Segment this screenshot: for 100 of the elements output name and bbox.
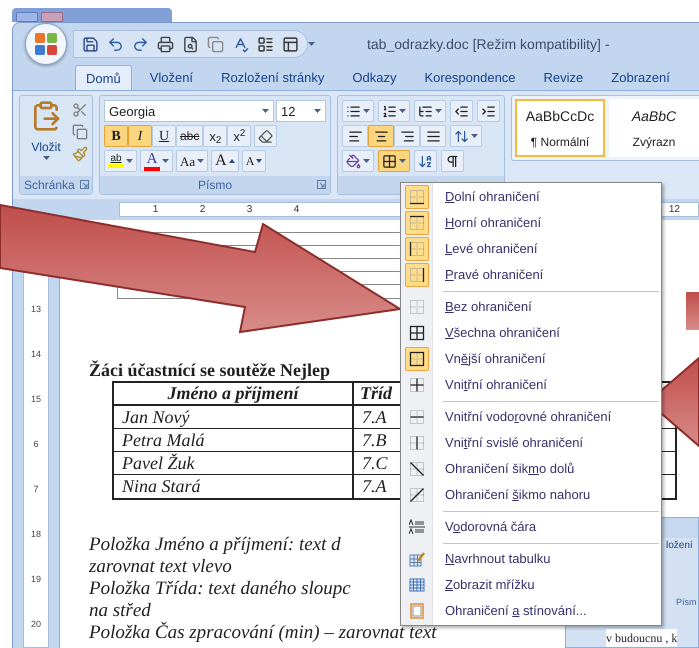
printer-icon[interactable]	[157, 36, 174, 53]
office-button[interactable]	[25, 23, 67, 66]
list-icon[interactable]	[257, 36, 274, 53]
ruler-number: 6	[33, 438, 38, 451]
customize-caret-icon	[308, 42, 315, 46]
shading-button[interactable]	[342, 150, 374, 172]
ribbon-tab[interactable]: Korespondence	[414, 65, 526, 90]
table-cell: 7.B	[362, 430, 386, 450]
menu-item[interactable]: Levé ohraničení	[401, 236, 661, 262]
font-color-button[interactable]: A	[140, 150, 173, 172]
menu-item[interactable]: Vodorovná čára	[401, 514, 661, 540]
borders-button[interactable]	[378, 150, 410, 172]
menu-item[interactable]: Vnitřní ohraničení	[401, 372, 661, 398]
ruler-number: 18	[30, 528, 41, 541]
caret-icon	[363, 109, 370, 114]
tree-list-icon	[418, 104, 433, 119]
change-case-button[interactable]: Aa	[176, 150, 208, 172]
menu-item[interactable]: Všechna ohraničení	[401, 320, 661, 346]
ribbon-tab[interactable]: Odkazy	[342, 65, 406, 90]
underline-button[interactable]: U	[152, 125, 176, 148]
align-icon	[400, 128, 414, 144]
line-spacing-icon	[454, 128, 469, 144]
redo-icon[interactable]	[132, 36, 149, 53]
menu-item[interactable]: Zobrazit mřížku	[401, 572, 661, 598]
text-line: zarovnat text vlevo	[89, 556, 232, 578]
menu-item[interactable]: Vnitřní vodorovné ohraničení	[401, 404, 661, 430]
undo-icon[interactable]	[107, 36, 124, 53]
ribbon-tab[interactable]: Zobrazení	[601, 65, 680, 90]
paint-bucket-icon	[346, 154, 361, 169]
logo-icon	[34, 32, 58, 56]
menu-item[interactable]: Vnější ohraničení	[401, 346, 661, 372]
bullet-list-icon	[346, 104, 361, 119]
ribbon-tab[interactable]: Revize	[534, 65, 594, 90]
menu-item[interactable]: Horní ohraničení	[401, 210, 661, 236]
align-button[interactable]	[342, 125, 368, 148]
italic-button[interactable]: I	[128, 125, 152, 148]
increase-indent-button[interactable]	[477, 100, 500, 122]
align-icon	[348, 128, 362, 144]
highlight-button[interactable]: ab	[104, 150, 137, 172]
strikethrough-button[interactable]: abc	[176, 125, 204, 148]
numbering-button[interactable]	[378, 100, 410, 122]
font-name-field[interactable]: Georgia	[104, 100, 274, 122]
clear-formatting-button[interactable]	[254, 125, 278, 148]
ruler-number: 20	[30, 618, 41, 631]
grow-font-button[interactable]: A	[211, 150, 239, 172]
menu-item[interactable]: Ohraničení šikmo nahoru	[401, 482, 661, 508]
ribbon-tab[interactable]: Vložení	[140, 65, 204, 90]
caret-icon	[162, 159, 169, 164]
copy-icon[interactable]	[207, 36, 224, 53]
table-cell: 7.A	[362, 476, 386, 496]
window-title: tab_odrazky.doc [Režim kompatibility] -	[367, 34, 610, 54]
table-cell: Pavel Žuk	[114, 452, 354, 474]
column-header: Jméno a příjmení	[114, 382, 354, 404]
menu-item[interactable]: Bez ohraničení	[401, 294, 661, 320]
caret-icon	[471, 134, 478, 138]
align-icon	[374, 128, 388, 144]
arrow-drawing	[686, 292, 699, 330]
outdent-icon	[454, 104, 469, 119]
dialog-launcher-icon[interactable]	[80, 180, 89, 189]
bold-button[interactable]: B	[104, 125, 128, 148]
bullets-button[interactable]	[342, 100, 374, 122]
ribbon-tab[interactable]: Rozložení stránky	[211, 65, 334, 90]
show-marks-button[interactable]	[441, 150, 464, 172]
print-preview-icon[interactable]	[182, 36, 199, 53]
multilevel-list-button[interactable]	[414, 100, 446, 122]
line-spacing-button[interactable]	[450, 125, 482, 148]
copy-icon[interactable]	[72, 124, 88, 140]
style-tile[interactable]: AaBbC Zvýrazn	[609, 99, 699, 158]
align-button[interactable]	[394, 125, 420, 148]
sort-button[interactable]	[414, 150, 437, 172]
menu-item[interactable]: Vnitřní svislé ohraničení	[401, 430, 661, 456]
style-tile[interactable]: AaBbCcDc ¶ Normální	[515, 99, 605, 158]
align-button[interactable]	[368, 125, 394, 148]
superscript-button[interactable]: x$^{2}$	[227, 125, 252, 148]
paste-button[interactable]: Vložit	[24, 100, 68, 160]
ribbon-tab[interactable]: ložení	[666, 538, 693, 556]
caret-icon	[399, 159, 406, 164]
menu-item[interactable]: Dolní ohraničení	[401, 184, 661, 210]
menu-item[interactable]: Pravé ohraničení	[401, 262, 661, 288]
format-painter-icon[interactable]	[72, 146, 88, 162]
font-size-field[interactable]: 12	[276, 100, 326, 122]
dialog-launcher-icon[interactable]	[317, 180, 326, 189]
grid-icon	[382, 154, 397, 169]
ribbon-tab[interactable]: Domů	[75, 65, 132, 90]
menu-item[interactable]: Navrhnout tabulku	[401, 546, 661, 572]
subscript-button[interactable]: x$_{2}$	[203, 125, 228, 148]
menu-item[interactable]: Ohraničení a stínování...	[401, 598, 661, 624]
document-heading: Žáci účastnící se soutěže Nejlep	[89, 358, 330, 381]
ruler-number: 14	[30, 348, 41, 361]
shrink-font-button[interactable]: A	[242, 150, 266, 172]
table-cell: 7.C	[362, 452, 388, 473]
align-button[interactable]	[420, 125, 446, 148]
window-icon[interactable]	[282, 36, 299, 53]
caret-icon	[399, 109, 406, 114]
save-icon[interactable]	[82, 36, 99, 53]
down-caret-icon	[256, 159, 262, 164]
menu-item[interactable]: Ohraničení šikmo dolů	[401, 456, 661, 482]
scissors-icon[interactable]	[72, 102, 88, 118]
decrease-indent-button[interactable]	[450, 100, 473, 122]
group-label: Písm	[676, 596, 697, 609]
